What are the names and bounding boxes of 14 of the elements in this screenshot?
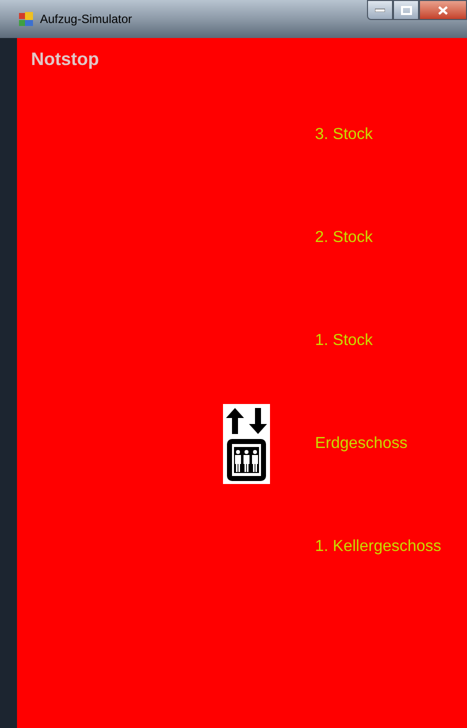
maximize-icon xyxy=(400,6,412,14)
emergency-stop-button[interactable]: Notstop xyxy=(31,48,99,70)
floor-label: 2. Stock xyxy=(315,228,373,248)
maximize-button[interactable] xyxy=(393,0,419,20)
close-button[interactable] xyxy=(419,0,467,20)
floor-label: 1. Kellergeschoss xyxy=(315,536,442,556)
app-icon xyxy=(18,11,34,27)
window-title: Aufzug-Simulator xyxy=(40,11,132,27)
floor-label: 3. Stock xyxy=(315,124,373,144)
close-icon xyxy=(438,6,448,14)
floor-label: 1. Stock xyxy=(315,330,373,350)
floor-label: Erdgeschoss xyxy=(315,434,408,454)
minimize-icon xyxy=(375,8,385,12)
minimize-button[interactable] xyxy=(367,0,393,20)
